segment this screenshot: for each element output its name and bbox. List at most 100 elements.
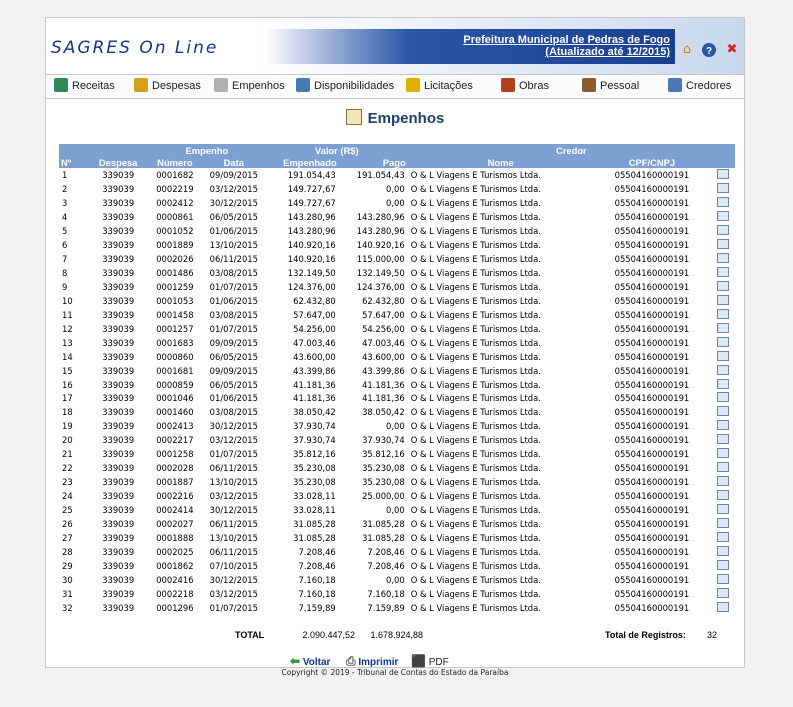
details-icon-cell[interactable] xyxy=(710,378,735,392)
col-numero-ordem[interactable]: Nº xyxy=(59,156,89,168)
table-row[interactable]: 26 339039 0002027 06/11/2015 31.085,28 31.085… xyxy=(59,517,735,531)
table-row[interactable]: 9 339039 0001259 01/07/2015 124.376,00 124.37… xyxy=(59,280,735,294)
details-icon[interactable] xyxy=(716,252,729,263)
menu-item-empenhos[interactable]: Empenhos xyxy=(214,78,285,94)
municipality-info[interactable]: Prefeitura Municipal de Pedras de Fogo (… xyxy=(463,34,670,58)
details-icon-cell[interactable] xyxy=(710,601,735,615)
details-icon-cell[interactable] xyxy=(710,447,735,461)
table-row[interactable]: 2 339039 0002219 03/12/2015 149.727,67 0,00 O … xyxy=(59,182,735,196)
table-row[interactable]: 32 339039 0001296 01/07/2015 7.159,89 7.159,8… xyxy=(59,601,735,615)
table-row[interactable]: 18 339039 0001460 03/08/2015 38.050,42 38.050… xyxy=(59,405,735,419)
voltar-button[interactable]: ⬅ Voltar xyxy=(290,654,330,668)
table-row[interactable]: 3 339039 0002412 30/12/2015 149.727,67 0,00 O … xyxy=(59,196,735,210)
details-icon[interactable] xyxy=(716,504,729,515)
table-row[interactable]: 28 339039 0002025 06/11/2015 7.208,46 7.208,4… xyxy=(59,545,735,559)
details-icon-cell[interactable] xyxy=(710,252,735,266)
details-icon-cell[interactable] xyxy=(710,210,735,224)
details-icon[interactable] xyxy=(716,546,729,557)
details-icon-cell[interactable] xyxy=(710,168,735,182)
details-icon[interactable] xyxy=(716,518,729,529)
details-icon[interactable] xyxy=(716,462,729,473)
details-icon-cell[interactable] xyxy=(710,364,735,378)
details-icon[interactable] xyxy=(716,602,729,613)
table-row[interactable]: 21 339039 0001258 01/07/2015 35.812,16 35.812… xyxy=(59,447,735,461)
table-row[interactable]: 29 339039 0001862 07/10/2015 7.208,46 7.208,4… xyxy=(59,559,735,573)
details-icon-cell[interactable] xyxy=(710,224,735,238)
table-row[interactable]: 31 339039 0002218 03/12/2015 7.160,18 7.160,1… xyxy=(59,587,735,601)
details-icon-cell[interactable] xyxy=(710,489,735,503)
table-row[interactable]: 5 339039 0001052 01/06/2015 143.280,96 143.28… xyxy=(59,224,735,238)
details-icon-cell[interactable] xyxy=(710,322,735,336)
details-icon-cell[interactable] xyxy=(710,587,735,601)
table-row[interactable]: 23 339039 0001887 13/10/2015 35.230,08 35.230… xyxy=(59,475,735,489)
details-icon[interactable] xyxy=(716,392,729,403)
table-row[interactable]: 12 339039 0001257 01/07/2015 54.256,00 54.256… xyxy=(59,322,735,336)
details-icon[interactable] xyxy=(716,350,729,361)
details-icon[interactable] xyxy=(716,434,729,445)
table-row[interactable]: 15 339039 0001681 09/09/2015 43.399,86 43.399… xyxy=(59,364,735,378)
table-row[interactable]: 20 339039 0002217 03/12/2015 37.930,74 37.930… xyxy=(59,433,735,447)
home-icon[interactable]: ⌂ xyxy=(679,42,695,58)
imprimir-button[interactable]: ⎙ Imprimir xyxy=(346,654,398,669)
table-row[interactable]: 22 339039 0002028 06/11/2015 35.230,08 35.230… xyxy=(59,461,735,475)
table-row[interactable]: 24 339039 0002216 03/12/2015 33.028,11 25.000… xyxy=(59,489,735,503)
details-icon-cell[interactable] xyxy=(710,419,735,433)
menu-item-credores[interactable]: Credores xyxy=(668,78,731,94)
col-pago[interactable]: Pago xyxy=(338,156,408,168)
table-row[interactable]: 4 339039 0000861 06/05/2015 143.280,96 143.28… xyxy=(59,210,735,224)
details-icon-cell[interactable] xyxy=(710,405,735,419)
close-icon[interactable]: ✖ xyxy=(724,42,740,58)
details-icon[interactable] xyxy=(716,168,729,179)
details-icon[interactable] xyxy=(716,210,729,221)
municipality-name[interactable]: Prefeitura Municipal de Pedras de Fogo xyxy=(463,34,670,46)
table-row[interactable]: 1 339039 0001682 09/09/2015 191.054,43 191.05… xyxy=(59,168,735,182)
menu-item-receitas[interactable]: Receitas xyxy=(54,78,115,94)
details-icon-cell[interactable] xyxy=(710,280,735,294)
table-row[interactable]: 17 339039 0001046 01/06/2015 41.181,36 41.181… xyxy=(59,392,735,406)
col-nome[interactable]: Nome xyxy=(407,156,594,168)
details-icon-cell[interactable] xyxy=(710,461,735,475)
details-icon[interactable] xyxy=(716,532,729,543)
details-icon-cell[interactable] xyxy=(710,196,735,210)
details-icon[interactable] xyxy=(716,364,729,375)
details-icon-cell[interactable] xyxy=(710,559,735,573)
details-icon[interactable] xyxy=(716,406,729,417)
details-icon-cell[interactable] xyxy=(710,531,735,545)
table-row[interactable]: 8 339039 0001486 03/08/2015 132.149,50 132.14… xyxy=(59,266,735,280)
details-icon-cell[interactable] xyxy=(710,503,735,517)
details-icon-cell[interactable] xyxy=(710,294,735,308)
details-icon[interactable] xyxy=(716,196,729,207)
details-icon[interactable] xyxy=(716,308,729,319)
table-row[interactable]: 25 339039 0002414 30/12/2015 33.028,11 0,00 O … xyxy=(59,503,735,517)
details-icon-cell[interactable] xyxy=(710,545,735,559)
details-icon[interactable] xyxy=(716,378,729,389)
details-icon[interactable] xyxy=(716,266,729,277)
help-icon[interactable]: ? xyxy=(701,42,717,58)
details-icon-cell[interactable] xyxy=(710,182,735,196)
menu-item-despesas[interactable]: Despesas xyxy=(134,78,201,94)
details-icon[interactable] xyxy=(716,294,729,305)
table-row[interactable]: 13 339039 0001683 09/09/2015 47.003,46 47.003… xyxy=(59,336,735,350)
table-row[interactable]: 16 339039 0000859 06/05/2015 41.181,36 41.181… xyxy=(59,378,735,392)
table-row[interactable]: 14 339039 0000860 06/05/2015 43.600,00 43.600… xyxy=(59,350,735,364)
menu-item-obras[interactable]: Obras xyxy=(501,78,549,94)
table-row[interactable]: 27 339039 0001888 13/10/2015 31.085,28 31.085… xyxy=(59,531,735,545)
details-icon[interactable] xyxy=(716,448,729,459)
table-row[interactable]: 30 339039 0002416 30/12/2015 7.160,18 0,00 O &… xyxy=(59,573,735,587)
details-icon-cell[interactable] xyxy=(710,517,735,531)
details-icon-cell[interactable] xyxy=(710,573,735,587)
table-row[interactable]: 7 339039 0002026 06/11/2015 140.920,16 115.00… xyxy=(59,252,735,266)
table-row[interactable]: 19 339039 0002413 30/12/2015 37.930,74 0,00 O … xyxy=(59,419,735,433)
details-icon[interactable] xyxy=(716,574,729,585)
col-empenhado[interactable]: Empenhado xyxy=(265,156,339,168)
col-cpf-cnpj[interactable]: CPF/CNPJ xyxy=(593,156,711,168)
details-icon-cell[interactable] xyxy=(710,238,735,252)
col-despesa[interactable]: Despesa xyxy=(88,156,148,168)
details-icon[interactable] xyxy=(716,322,729,333)
details-icon[interactable] xyxy=(716,280,729,291)
details-icon[interactable] xyxy=(716,420,729,431)
details-icon-cell[interactable] xyxy=(710,336,735,350)
details-icon[interactable] xyxy=(716,476,729,487)
details-icon-cell[interactable] xyxy=(710,308,735,322)
details-icon[interactable] xyxy=(716,560,729,571)
